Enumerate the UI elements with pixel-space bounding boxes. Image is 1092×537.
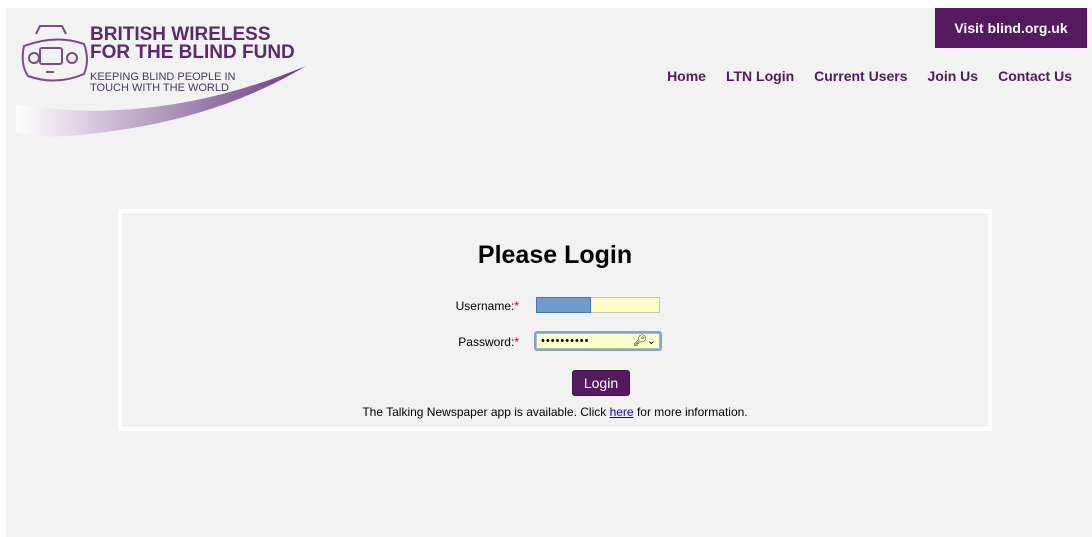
- app-info-text: The Talking Newspaper app is available. …: [122, 405, 988, 419]
- logo-tagline: KEEPING BLIND PEOPLE IN TOUCH WITH THE W…: [90, 72, 236, 94]
- main-nav: Home LTN Login Current Users Join Us Con…: [647, 68, 1072, 84]
- password-label-text: Password:: [458, 335, 515, 349]
- password-required-mark: *: [514, 335, 519, 349]
- login-button[interactable]: Login: [572, 370, 630, 396]
- app-info-prefix: The Talking Newspaper app is available. …: [362, 405, 610, 419]
- nav-item-current-users[interactable]: Current Users: [814, 68, 907, 84]
- password-field-focus-ring: 🔑︎⌄: [534, 331, 662, 351]
- login-panel: Please Login Username:* Password:* 🔑︎⌄ L…: [118, 209, 992, 431]
- username-label: Username:*: [456, 299, 519, 313]
- logo[interactable]: BRITISH WIRELESS FOR THE BLIND FUND KEEP…: [6, 8, 326, 143]
- app-info-link[interactable]: here: [610, 405, 634, 419]
- nav-item-join-us[interactable]: Join Us: [928, 68, 979, 84]
- app-info-suffix: for more information.: [633, 405, 748, 419]
- password-label: Password:*: [458, 335, 519, 349]
- radio-icon: [21, 25, 88, 82]
- logo-title: BRITISH WIRELESS FOR THE BLIND FUND: [90, 25, 295, 63]
- password-row: Password:* 🔑︎⌄: [122, 331, 988, 353]
- username-required-mark: *: [514, 299, 519, 313]
- nav-item-home[interactable]: Home: [667, 68, 706, 84]
- nav-item-contact-us[interactable]: Contact Us: [998, 68, 1072, 84]
- password-key-icon[interactable]: 🔑︎⌄: [633, 334, 656, 348]
- page: BRITISH WIRELESS FOR THE BLIND FUND KEEP…: [6, 8, 1092, 537]
- logo-title-line2: FOR THE BLIND FUND: [90, 42, 295, 63]
- username-label-text: Username:: [455, 299, 515, 313]
- username-row: Username:*: [122, 297, 988, 317]
- visit-blind-button[interactable]: Visit blind.org.uk: [935, 8, 1087, 48]
- username-autofill-highlight: [536, 297, 591, 313]
- nav-item-ltn-login[interactable]: LTN Login: [726, 68, 794, 84]
- login-title: Please Login: [477, 241, 633, 269]
- logo-tagline-line2: TOUCH WITH THE WORLD: [90, 82, 229, 94]
